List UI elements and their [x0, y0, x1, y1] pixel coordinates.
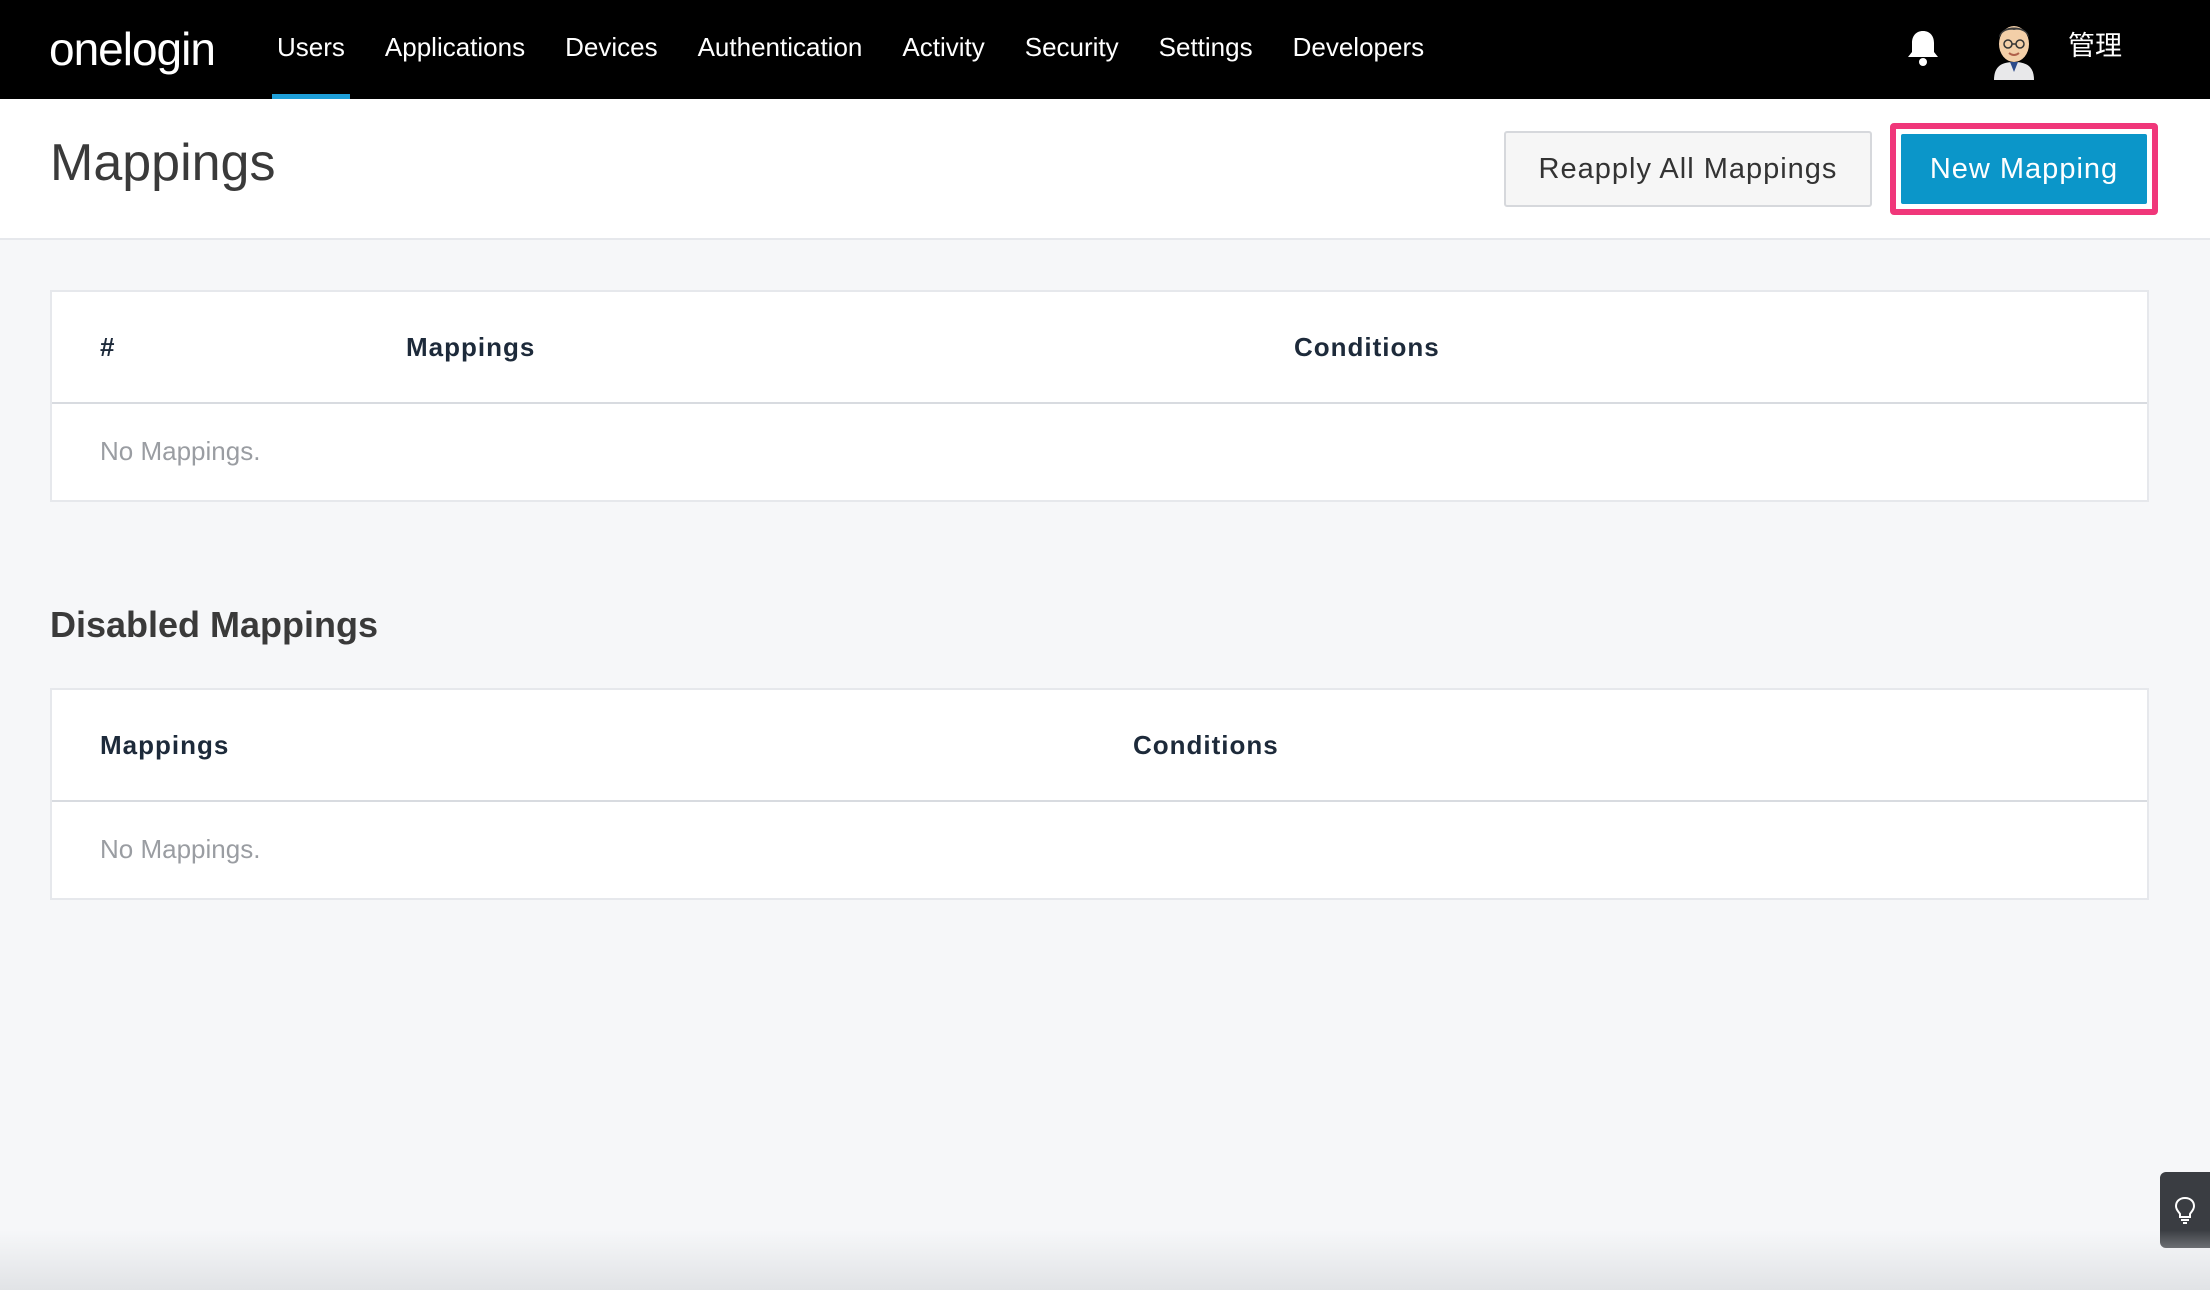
reapply-all-mappings-button[interactable]: Reapply All Mappings	[1504, 131, 1872, 207]
page-header: Mappings Reapply All Mappings New Mappin…	[0, 99, 2210, 240]
onelogin-logo[interactable]: onelogin	[49, 14, 216, 84]
bell-icon[interactable]	[1906, 28, 1940, 68]
nav-item-applications[interactable]: Applications	[365, 0, 545, 99]
nav-item-settings[interactable]: Settings	[1139, 0, 1273, 99]
column-header-number[interactable]: #	[100, 332, 115, 363]
mappings-table-header: # Mappings Conditions	[52, 292, 2147, 404]
top-navigation: onelogin Users Applications Devices Auth…	[0, 0, 2210, 99]
bottom-shadow	[0, 1230, 2210, 1290]
nav-item-activity[interactable]: Activity	[882, 0, 1004, 99]
page-title: Mappings	[50, 134, 276, 192]
nav-item-authentication[interactable]: Authentication	[678, 0, 883, 99]
nav-item-security[interactable]: Security	[1005, 0, 1139, 99]
user-name[interactable]: 管理	[2068, 28, 2122, 64]
empty-message: No Mappings.	[100, 834, 261, 864]
empty-message: No Mappings.	[100, 436, 261, 466]
disabled-table-header: Mappings Conditions	[52, 690, 2147, 802]
disabled-mappings-title: Disabled Mappings	[50, 604, 379, 645]
lightbulb-icon	[2174, 1196, 2196, 1224]
empty-row: No Mappings.	[52, 802, 2147, 898]
column-header-conditions[interactable]: Conditions	[1133, 730, 1279, 761]
nav-item-devices[interactable]: Devices	[545, 0, 677, 99]
disabled-mappings-table: Mappings Conditions No Mappings.	[50, 688, 2149, 900]
mappings-table: # Mappings Conditions No Mappings.	[50, 290, 2149, 502]
new-mapping-button[interactable]: New Mapping	[1901, 134, 2147, 204]
column-header-mappings[interactable]: Mappings	[406, 332, 535, 363]
column-header-conditions[interactable]: Conditions	[1294, 332, 1440, 363]
nav-menu: Users Applications Devices Authenticatio…	[257, 0, 1444, 99]
nav-item-developers[interactable]: Developers	[1273, 0, 1445, 99]
empty-row: No Mappings.	[52, 404, 2147, 500]
column-header-mappings[interactable]: Mappings	[100, 730, 229, 761]
user-avatar[interactable]	[1988, 16, 2040, 80]
new-mapping-highlight: New Mapping	[1890, 123, 2158, 215]
nav-item-users[interactable]: Users	[257, 0, 365, 99]
